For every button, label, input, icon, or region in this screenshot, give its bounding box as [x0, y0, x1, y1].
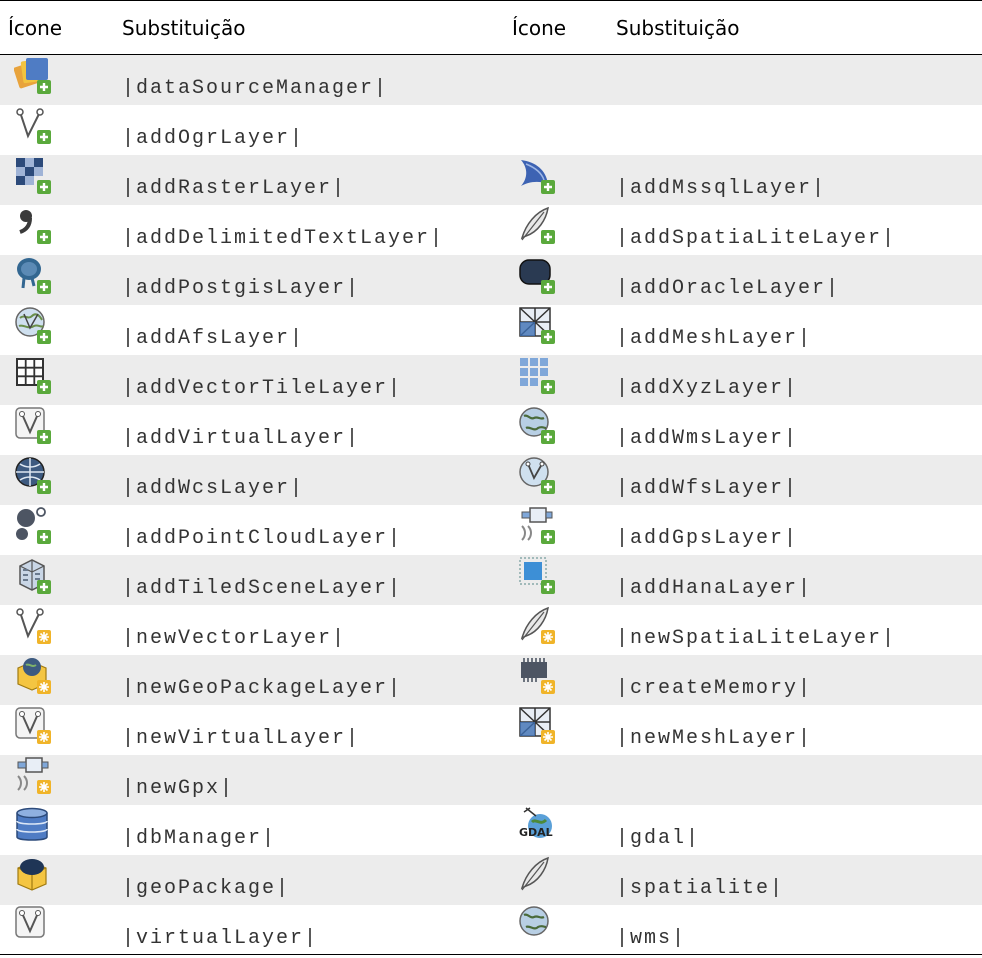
header-icon-col-left: Ícone: [0, 0, 114, 55]
substitution-text: |newVectorLayer|: [122, 627, 347, 650]
substitution-text: |addPostgisLayer|: [122, 277, 361, 300]
table-row: |newGpx|: [0, 754, 982, 805]
virtual-layer-icon: [14, 905, 54, 947]
table-row: |newVirtualLayer| |newMeshLayer|: [0, 704, 982, 755]
add-tiled-scene-layer-icon: [14, 556, 54, 598]
gdal-logo-text: GDAL: [519, 826, 553, 839]
substitution-text: |newGeoPackageLayer|: [122, 677, 403, 700]
substitution-text: |addSpatiaLiteLayer|: [616, 227, 897, 250]
add-point-cloud-layer-icon: [14, 506, 54, 548]
table-row: |dataSourceManager|: [0, 54, 982, 105]
substitution-text: |addXyzLayer|: [616, 377, 799, 400]
create-memory-icon: [518, 656, 558, 698]
add-xyz-layer-icon: [518, 356, 558, 398]
substitution-text: |addMeshLayer|: [616, 327, 813, 350]
gdal-icon: GDAL: [518, 806, 558, 848]
substitution-text: |newVirtualLayer|: [122, 727, 361, 750]
table-row: |addWcsLayer| |addWfsLayer|: [0, 454, 982, 505]
table-row: |newVectorLayer| |newSpatiaLiteLayer|: [0, 604, 982, 655]
wms-icon: [518, 905, 558, 947]
substitution-text: |newSpatiaLiteLayer|: [616, 627, 897, 650]
new-virtual-layer-icon: [14, 706, 54, 748]
substitution-text: |addVirtualLayer|: [122, 427, 361, 450]
substitution-text: |addTiledSceneLayer|: [122, 577, 403, 600]
add-virtual-layer-icon: [14, 406, 54, 448]
table-row: |addAfsLayer| |addMeshLayer|: [0, 304, 982, 355]
add-mesh-layer-icon: [518, 306, 558, 348]
substitution-text: |geoPackage|: [122, 877, 291, 900]
substitution-text: |addVectorTileLayer|: [122, 377, 403, 400]
header-icon-col-right: Ícone: [504, 0, 608, 55]
add-postgis-layer-icon: [14, 256, 54, 298]
substitution-text: |dataSourceManager|: [122, 77, 389, 101]
substitution-text: |newMeshLayer|: [616, 727, 813, 750]
substitution-text: |addOracleLayer|: [616, 277, 841, 300]
header-substitution-col-left: Substituição: [114, 0, 504, 55]
substitution-text: |addRasterLayer|: [122, 177, 347, 200]
substitution-text: |addWfsLayer|: [616, 477, 799, 500]
new-mesh-layer-icon: [518, 706, 558, 748]
substitution-text: |addOgrLayer|: [122, 127, 305, 150]
substitution-text: |newGpx|: [122, 777, 235, 800]
substitution-text: |addWcsLayer|: [122, 477, 305, 500]
header-substitution-col-right: Substituição: [608, 0, 982, 55]
add-wcs-layer-icon: [14, 456, 54, 498]
table-row: |addTiledSceneLayer| |addHanaLayer|: [0, 554, 982, 605]
table-row: |addDelimitedTextLayer| |addSpatiaLiteLa…: [0, 204, 982, 255]
spatialite-icon: [518, 856, 558, 898]
data-source-manager-icon: [14, 56, 54, 98]
substitution-text: |addWmsLayer|: [616, 427, 799, 450]
geopackage-icon: [14, 856, 54, 898]
substitution-text: |gdal|: [616, 827, 701, 850]
add-ogr-layer-icon: [14, 106, 54, 148]
substitution-text: |createMemory|: [616, 677, 813, 700]
add-vector-tile-layer-icon: [14, 356, 54, 398]
add-mssql-layer-icon: [518, 156, 558, 198]
new-spatialite-layer-icon: [518, 606, 558, 648]
icon-substitution-table: Ícone Substituição Ícone Substituição |d…: [0, 0, 982, 955]
table-row: |addOgrLayer|: [0, 104, 982, 155]
substitution-text: |virtualLayer|: [114, 904, 504, 955]
table-row: |addVectorTileLayer| |addXyzLayer|: [0, 354, 982, 405]
table-row: |virtualLayer| |wms|: [0, 904, 982, 955]
header-row: Ícone Substituição Ícone Substituição: [0, 0, 982, 55]
substitution-text: |addDelimitedTextLayer|: [122, 227, 445, 250]
add-delimited-text-layer-icon: [14, 206, 54, 248]
add-afs-layer-icon: [14, 306, 54, 348]
table-row: |geoPackage| |spatialite|: [0, 854, 982, 905]
add-oracle-layer-icon: [518, 256, 558, 298]
table-row: |dbManager| GDAL |gdal|: [0, 804, 982, 855]
substitution-text: |addAfsLayer|: [122, 327, 305, 350]
add-wms-layer-icon: [518, 406, 558, 448]
add-wfs-layer-icon: [518, 456, 558, 498]
table-row: |newGeoPackageLayer| |createMemory|: [0, 654, 982, 705]
substitution-text: |addMssqlLayer|: [616, 177, 827, 200]
add-spatialite-layer-icon: [518, 206, 558, 248]
substitution-text: |wms|: [608, 904, 982, 955]
add-raster-layer-icon: [14, 156, 54, 198]
substitution-text: |addPointCloudLayer|: [122, 527, 403, 550]
new-vector-layer-icon: [14, 606, 54, 648]
substitution-text: |addGpsLayer|: [616, 527, 799, 550]
db-manager-icon: [14, 806, 54, 848]
table-row: |addRasterLayer| |addMssqlLayer|: [0, 154, 982, 205]
substitution-text: |dbManager|: [122, 827, 277, 850]
table-row: |addPointCloudLayer| |addGpsLayer|: [0, 504, 982, 555]
add-hana-layer-icon: [518, 556, 558, 598]
table-row: |addPostgisLayer| |addOracleLayer|: [0, 254, 982, 305]
new-gpx-icon: [14, 756, 54, 798]
substitution-text: |spatialite|: [616, 877, 785, 900]
table-row: |addVirtualLayer| |addWmsLayer|: [0, 404, 982, 455]
substitution-text: |addHanaLayer|: [616, 577, 813, 600]
new-geopackage-layer-icon: [14, 656, 54, 698]
add-gps-layer-icon: [518, 506, 558, 548]
